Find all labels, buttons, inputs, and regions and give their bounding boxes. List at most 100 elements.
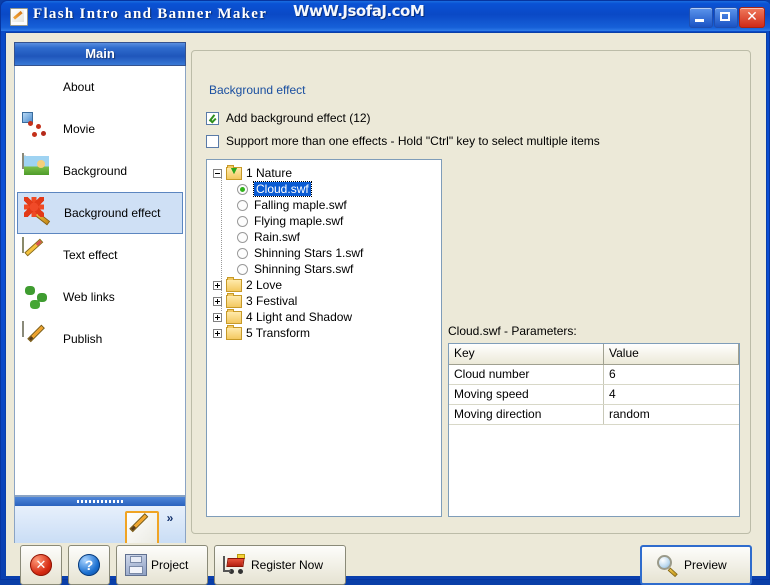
project-button-label: Project	[151, 558, 189, 572]
sidebar-item-web-links[interactable]: Web links	[17, 276, 183, 318]
table-header-row: Key Value	[449, 344, 739, 365]
collapse-minus-icon[interactable]	[213, 168, 222, 178]
window-title: Flash Intro and Banner Maker	[33, 6, 268, 22]
table-row[interactable]: Moving speed 4	[449, 385, 739, 405]
site-watermark: WwW.JsofaJ.coM	[293, 2, 425, 20]
title-bar: Flash Intro and Banner Maker WwW.JsofaJ.…	[1, 1, 770, 31]
cell-key: Moving speed	[449, 385, 604, 404]
radio-icon[interactable]	[237, 215, 248, 227]
tree-node-label: 1 Nature	[246, 166, 293, 180]
sidebar-item-list: About Movie Background Background effect	[14, 66, 186, 496]
parameters-title: Cloud.swf - Parameters:	[448, 324, 577, 338]
tree-folder-transform[interactable]: 5 Transform	[207, 324, 441, 341]
help-button[interactable]	[68, 545, 110, 585]
application-window: Flash Intro and Banner Maker WwW.JsofaJ.…	[0, 0, 770, 585]
folder-icon	[226, 324, 242, 340]
cancel-button[interactable]	[20, 545, 62, 585]
expand-plus-icon[interactable]	[213, 280, 222, 290]
radio-icon[interactable]	[237, 199, 248, 211]
tree-folder-festival[interactable]: 3 Festival	[207, 292, 441, 309]
parameters-table[interactable]: Key Value Cloud number 6 Moving speed 4 …	[448, 343, 740, 517]
movie-icon	[22, 112, 56, 146]
effects-tree[interactable]: 1 Nature Cloud.swf Falling maple.swf Fly…	[206, 159, 442, 517]
pencil-icon	[22, 237, 56, 272]
tree-node-label: Shinning Stars 1.swf	[254, 246, 364, 260]
tree-item-falling-maple[interactable]: Falling maple.swf	[207, 197, 441, 213]
tree-node-label: Rain.swf	[254, 230, 301, 244]
cell-key: Moving direction	[449, 405, 604, 424]
tree-node-label: Flying maple.swf	[254, 214, 344, 228]
support-multiple-effects-label: Support more than one effects - Hold "Ct…	[226, 134, 600, 148]
bottom-toolbar: Project Register Now Preview	[6, 543, 766, 585]
project-button[interactable]: Project	[116, 545, 208, 585]
sidebar-item-label: Background effect	[64, 206, 161, 220]
sidebar-item-label: Publish	[63, 332, 103, 346]
tree-folder-love[interactable]: 2 Love	[207, 276, 441, 293]
radio-selected-icon[interactable]	[237, 183, 248, 195]
picture-icon	[22, 153, 56, 188]
sidebar-item-label: Web links	[63, 290, 115, 304]
folder-icon	[226, 292, 242, 308]
tree-folder-nature[interactable]: 1 Nature	[207, 164, 441, 181]
maximize-button[interactable]	[714, 7, 738, 28]
tree-item-flying-maple[interactable]: Flying maple.swf	[207, 213, 441, 229]
close-button[interactable]	[739, 7, 765, 28]
table-row[interactable]: Moving direction random	[449, 405, 739, 425]
expand-plus-icon[interactable]	[213, 312, 222, 322]
sidebar-item-background[interactable]: Background	[17, 150, 183, 192]
sidebar-item-label: About	[63, 80, 95, 94]
add-background-effect-checkbox-row[interactable]: Add background effect (12)	[206, 111, 371, 125]
expand-plus-icon[interactable]	[213, 296, 222, 306]
shopping-cart-icon	[223, 554, 247, 575]
minimize-button[interactable]	[689, 7, 713, 28]
sidebar-header: Main	[14, 42, 186, 66]
cell-value[interactable]: 6	[604, 365, 739, 384]
tree-folder-light-and-shadow[interactable]: 4 Light and Shadow	[207, 308, 441, 325]
cell-value[interactable]: 4	[604, 385, 739, 404]
sidebar-item-publish[interactable]: Publish	[17, 318, 183, 360]
preview-button[interactable]: Preview	[640, 545, 752, 585]
sidebar-item-text-effect[interactable]: Text effect	[17, 234, 183, 276]
help-icon	[78, 554, 100, 576]
add-background-effect-label: Add background effect (12)	[226, 111, 371, 125]
tree-item-cloud[interactable]: Cloud.swf	[207, 181, 441, 197]
register-button-label: Register Now	[251, 558, 324, 572]
support-multiple-effects-checkbox[interactable]	[206, 134, 219, 148]
radio-icon[interactable]	[237, 247, 248, 259]
home-icon	[22, 70, 56, 104]
expand-plus-icon[interactable]	[213, 328, 222, 338]
group-legend: Background effect	[204, 83, 311, 97]
folder-icon	[226, 276, 242, 292]
tree-node-label: 5 Transform	[246, 326, 311, 340]
tree-item-rain[interactable]: Rain.swf	[207, 229, 441, 245]
table-row[interactable]: Cloud number 6	[449, 365, 739, 385]
magnifier-icon	[656, 554, 680, 576]
save-disk-icon	[125, 554, 147, 576]
sidebar-item-background-effect[interactable]: Background effect	[17, 192, 183, 234]
paintbrush-page-icon[interactable]	[125, 511, 159, 547]
panel-splitter-grip[interactable]	[15, 497, 185, 506]
sidebar-item-movie[interactable]: Movie	[17, 108, 183, 150]
sidebar-item-label: Text effect	[63, 248, 118, 262]
support-multiple-effects-checkbox-row[interactable]: Support more than one effects - Hold "Ct…	[206, 134, 600, 148]
add-background-effect-checkbox[interactable]	[206, 111, 219, 125]
paintbrush-page-icon	[22, 321, 56, 356]
cell-value[interactable]: random	[604, 405, 739, 424]
folder-open-icon	[226, 164, 242, 180]
radio-icon[interactable]	[237, 231, 248, 243]
cell-key: Cloud number	[449, 365, 604, 384]
register-now-button[interactable]: Register Now	[214, 545, 346, 585]
tree-node-label: 2 Love	[246, 278, 283, 292]
tree-item-shinning-stars[interactable]: Shinning Stars.swf	[207, 261, 441, 277]
globe-icon	[22, 280, 56, 314]
sidebar-item-about[interactable]: About	[17, 66, 183, 108]
client-area: Main About Movie Background Background e…	[5, 32, 767, 585]
tree-node-label: 3 Festival	[246, 294, 298, 308]
tree-item-shinning-stars-1[interactable]: Shinning Stars 1.swf	[207, 245, 441, 261]
tree-node-label: Cloud.swf	[253, 181, 312, 197]
chevron-double-right-icon[interactable]: »	[163, 512, 177, 524]
magic-wand-icon	[23, 196, 57, 230]
column-header-value: Value	[604, 344, 739, 364]
tree-node-label: Shinning Stars.swf	[254, 262, 354, 276]
radio-icon[interactable]	[237, 263, 248, 275]
